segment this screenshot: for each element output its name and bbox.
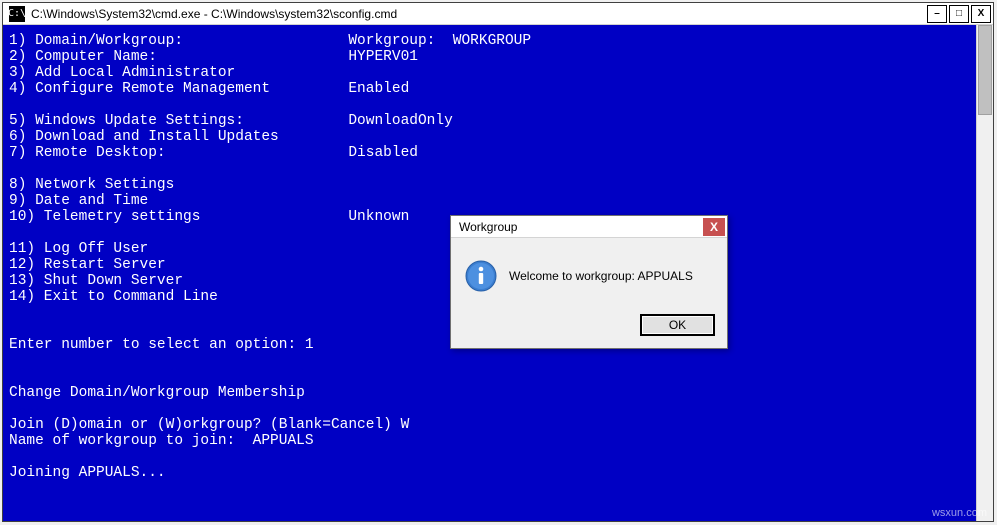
line: Joining APPUALS... (9, 465, 166, 481)
line: 4) Configure Remote Management Enabled (9, 81, 409, 97)
dialog-message: Welcome to workgroup: APPUALS (509, 269, 693, 283)
line: 9) Date and Time (9, 193, 148, 209)
line: 7) Remote Desktop: Disabled (9, 145, 418, 161)
line: Join (D)omain or (W)orkgroup? (Blank=Can… (9, 417, 409, 433)
vertical-scrollbar[interactable] (976, 25, 993, 521)
ok-button[interactable]: OK (640, 314, 715, 336)
dialog-titlebar[interactable]: Workgroup X (451, 216, 727, 238)
line: 13) Shut Down Server (9, 273, 183, 289)
line: 10) Telemetry settings Unknown (9, 209, 409, 225)
window-title: C:\Windows\System32\cmd.exe - C:\Windows… (29, 7, 927, 21)
dialog-body: Welcome to workgroup: APPUALS (451, 238, 727, 308)
cmd-icon: C:\ (9, 6, 25, 22)
dialog-close-button[interactable]: X (703, 218, 725, 236)
dialog-title: Workgroup (459, 220, 703, 234)
line: 14) Exit to Command Line (9, 289, 218, 305)
line: Enter number to select an option: 1 (9, 337, 314, 353)
minimize-button[interactable]: – (927, 5, 947, 23)
close-button[interactable]: X (971, 5, 991, 23)
line: 8) Network Settings (9, 177, 174, 193)
line: 2) Computer Name: HYPERV01 (9, 49, 418, 65)
dialog-footer: OK (451, 308, 727, 348)
line: Change Domain/Workgroup Membership (9, 385, 305, 401)
line: 12) Restart Server (9, 257, 166, 273)
line: 3) Add Local Administrator (9, 65, 235, 81)
scrollbar-thumb[interactable] (978, 25, 992, 115)
workgroup-dialog: Workgroup X Welcome to workgroup: APPUAL… (450, 215, 728, 349)
info-icon (465, 260, 497, 292)
line: 1) Domain/Workgroup: Workgroup: WORKGROU… (9, 33, 531, 49)
maximize-button[interactable]: □ (949, 5, 969, 23)
titlebar[interactable]: C:\ C:\Windows\System32\cmd.exe - C:\Win… (3, 3, 993, 25)
line: 6) Download and Install Updates (9, 129, 279, 145)
line: 11) Log Off User (9, 241, 148, 257)
watermark: wsxun.com (932, 507, 987, 519)
line: 5) Windows Update Settings: DownloadOnly (9, 113, 453, 129)
line: Name of workgroup to join: APPUALS (9, 433, 314, 449)
window-controls: – □ X (927, 5, 991, 23)
